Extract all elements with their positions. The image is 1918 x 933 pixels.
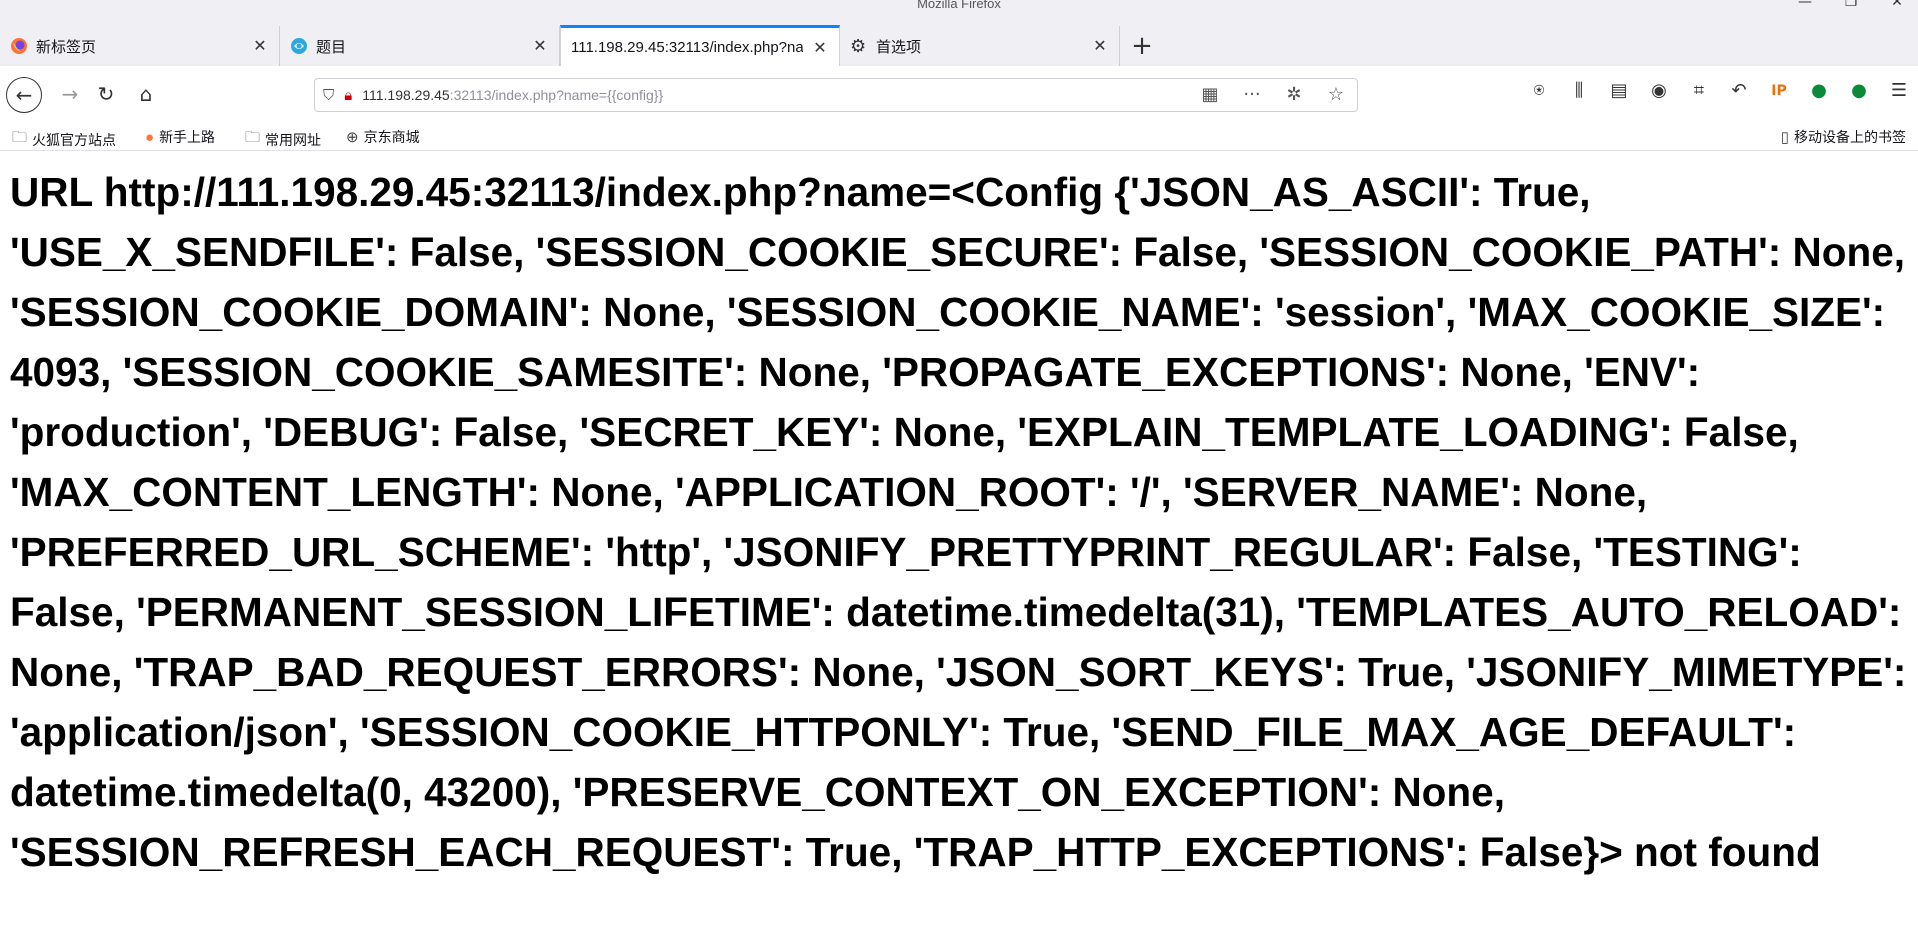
navigation-bar: ← → ↻ ⌂ ⛉ 🔒︎ 111.198.29.45:32113/index.p… (0, 66, 1918, 123)
tab-label: 题目 (316, 38, 347, 56)
ip-extension-icon[interactable]: IP (1768, 83, 1790, 99)
tab-config-page[interactable]: 111.198.29.45:32113/index.php?name={{con… (560, 25, 840, 67)
minimize-icon[interactable]: — (1796, 0, 1814, 10)
globe-swirl-icon (291, 38, 307, 54)
title-bar: Mozilla Firefox — ❐ ✕ 新标签页 ✕ 题目 ✕ 111.19… (0, 0, 1918, 67)
mobile-bookmarks-label: 移动设备上的书签 (1794, 129, 1906, 145)
tab-label: 首选项 (876, 38, 922, 56)
firefox-icon (11, 38, 27, 54)
bookmark-star-icon[interactable]: ☆ (1325, 84, 1347, 105)
save-to-pocket-icon[interactable]: ⍟ (1528, 80, 1550, 101)
extension-icon[interactable]: ✲ (1283, 84, 1305, 105)
page-body-text: URL http://111.198.29.45:32113/index.php… (10, 169, 1907, 875)
home-button[interactable]: ⌂ (128, 76, 164, 112)
insecure-lock-icon[interactable]: 🔒︎ (344, 86, 352, 104)
close-window-icon[interactable]: ✕ (1888, 0, 1906, 10)
url-actions: ▦ ··· ✲ ☆ (1199, 84, 1347, 105)
screenshot-icon[interactable]: ⌗ (1688, 80, 1710, 101)
close-tab-icon[interactable]: ✕ (811, 38, 829, 58)
tab-strip: 新标签页 ✕ 题目 ✕ 111.198.29.45:32113/index.ph… (0, 25, 1164, 67)
url-bar[interactable]: ⛉ 🔒︎ 111.198.29.45:32113/index.php?name=… (314, 78, 1358, 112)
reload-button[interactable]: ↻ (88, 76, 124, 112)
bookmarks-bar: 🗀 火狐官方站点 ● 新手上路 🗀 常用网址 ⊕ 京东商城 ▯ 移动设备上的书签 (0, 122, 1918, 151)
folder-icon: 🗀 (12, 129, 28, 146)
window-title: Mozilla Firefox (917, 0, 1001, 11)
bookmark-item[interactable]: 🗀 常用网址 (245, 127, 321, 152)
url-path: :32113/index.php?name={{config}} (449, 87, 664, 103)
globe-icon: ⊕ (346, 129, 359, 146)
window-controls: — ❐ ✕ (1796, 0, 1906, 10)
close-tab-icon[interactable]: ✕ (531, 36, 549, 56)
green-extension-2-icon[interactable]: ● (1848, 80, 1870, 101)
arrow-left-icon: ← (15, 83, 33, 107)
toolbar-right: ⍟ ⫼ ▤ ◉ ⌗ ↶ IP ● ● ☰ (1528, 80, 1910, 101)
maximize-icon[interactable]: ❐ (1842, 0, 1860, 10)
more-actions-icon[interactable]: ··· (1241, 84, 1263, 105)
plus-icon: + (1131, 31, 1153, 61)
bookmark-label: 新手上路 (159, 129, 216, 145)
bookmark-label: 常用网址 (265, 131, 322, 148)
shield-icon[interactable]: ⛉ (323, 86, 334, 104)
mobile-device-icon: ▯ (1780, 129, 1789, 146)
home-icon: ⌂ (139, 82, 153, 106)
tab-preferences[interactable]: ⚙ 首选项 ✕ (840, 26, 1120, 66)
folder-icon: 🗀 (245, 129, 261, 146)
bookmark-label: 火狐官方站点 (32, 131, 117, 148)
firefox-icon: ● (145, 128, 155, 146)
menu-icon[interactable]: ☰ (1888, 80, 1910, 101)
back-button[interactable]: ← (6, 77, 42, 113)
sidebar-icon[interactable]: ▤ (1608, 80, 1630, 101)
bookmark-item[interactable]: ● 新手上路 (145, 127, 215, 147)
tab-new-tab[interactable]: 新标签页 ✕ (0, 26, 280, 66)
qr-code-icon[interactable]: ▦ (1199, 84, 1221, 105)
mobile-bookmarks[interactable]: ▯ 移动设备上的书签 (1781, 127, 1906, 147)
account-icon[interactable]: ◉ (1648, 80, 1670, 101)
tab-label: 111.198.29.45:32113/index.php?name={{con… (571, 39, 803, 56)
bookmark-label: 京东商城 (363, 129, 420, 145)
close-tab-icon[interactable]: ✕ (251, 36, 269, 56)
reload-icon: ↻ (97, 82, 115, 106)
close-tab-icon[interactable]: ✕ (1091, 36, 1109, 56)
arrow-right-icon: → (61, 82, 79, 106)
library-icon[interactable]: ⫼ (1568, 80, 1590, 101)
green-extension-icon[interactable]: ● (1808, 80, 1830, 101)
forward-button[interactable]: → (52, 76, 88, 112)
gear-icon: ⚙ (850, 36, 867, 56)
url-host: 111.198.29.45 (362, 87, 450, 103)
tab-challenge[interactable]: 题目 ✕ (280, 26, 560, 66)
new-tab-button[interactable]: + (1120, 26, 1164, 66)
tab-label: 新标签页 (36, 38, 97, 56)
url-text[interactable]: 111.198.29.45:32113/index.php?name={{con… (362, 87, 663, 103)
bookmark-item[interactable]: ⊕ 京东商城 (346, 127, 420, 147)
undo-icon[interactable]: ↶ (1728, 80, 1750, 101)
bookmark-item[interactable]: 🗀 火狐官方站点 (12, 127, 116, 152)
